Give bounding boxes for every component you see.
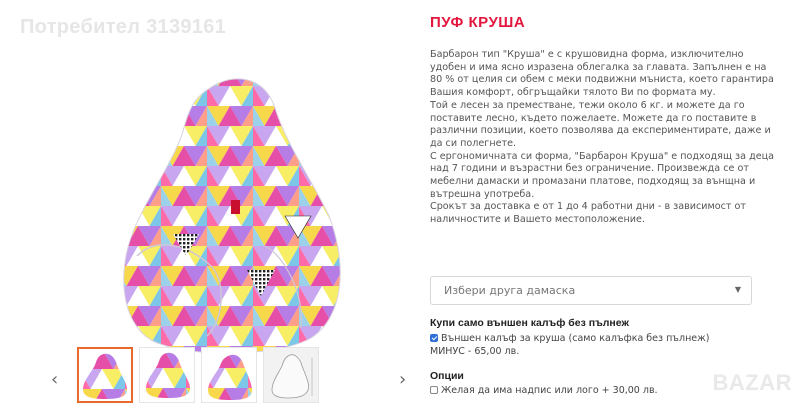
outer-cover-option-label: Външен калъф за круша (само калъфка без … — [430, 333, 710, 357]
fabric-select-value: Избери друга дамаска — [444, 284, 576, 297]
options-heading: Опции — [430, 370, 464, 382]
thumbnail-1[interactable] — [77, 347, 133, 403]
thumbnail-3[interactable] — [201, 347, 257, 403]
description-paragraph: С ергономичната си форма, "Барбарон Круш… — [430, 150, 775, 200]
outer-cover-option[interactable]: Външен калъф за круша (само калъфка без … — [430, 333, 730, 358]
logo-option[interactable]: Желая да има надпис или лого + 30,00 лв. — [430, 385, 730, 398]
description-paragraph: Срокът за доставка е от 1 до 4 работни д… — [430, 201, 747, 226]
fabric-select[interactable]: Избери друга дамаска ▼ — [430, 276, 752, 305]
logo-option-checkbox[interactable] — [430, 386, 438, 394]
description-paragraph: Той е лесен за преместване, тежи около 6… — [430, 99, 771, 149]
beanbag-main-image[interactable] — [115, 66, 345, 356]
outer-cover-heading: Купи само външен калъф без пълнеж — [430, 317, 629, 329]
outer-cover-checkbox[interactable] — [430, 334, 438, 342]
next-arrow-icon[interactable]: › — [399, 369, 406, 390]
product-gallery: ‹ › — [40, 40, 410, 418]
user-watermark: Потребител 3139161 — [20, 16, 227, 38]
prev-arrow-icon[interactable]: ‹ — [51, 369, 58, 390]
description-paragraph: Барбарон тип "Круша" е с крушовидна форм… — [430, 49, 774, 99]
logo-option-label: Желая да има надпис или лого + 30,00 лв. — [441, 385, 658, 396]
product-description: Барбарон тип "Круша" е с крушовидна форм… — [430, 49, 775, 227]
thumbnail-strip: ‹ › — [40, 347, 410, 407]
thumbnail-4-sketch[interactable] — [263, 347, 319, 403]
product-title: ПУФ КРУША — [430, 14, 526, 31]
chevron-down-icon: ▼ — [734, 285, 741, 294]
bazar-logo: BAZAR — [712, 370, 792, 395]
thumbnail-2[interactable] — [139, 347, 195, 403]
